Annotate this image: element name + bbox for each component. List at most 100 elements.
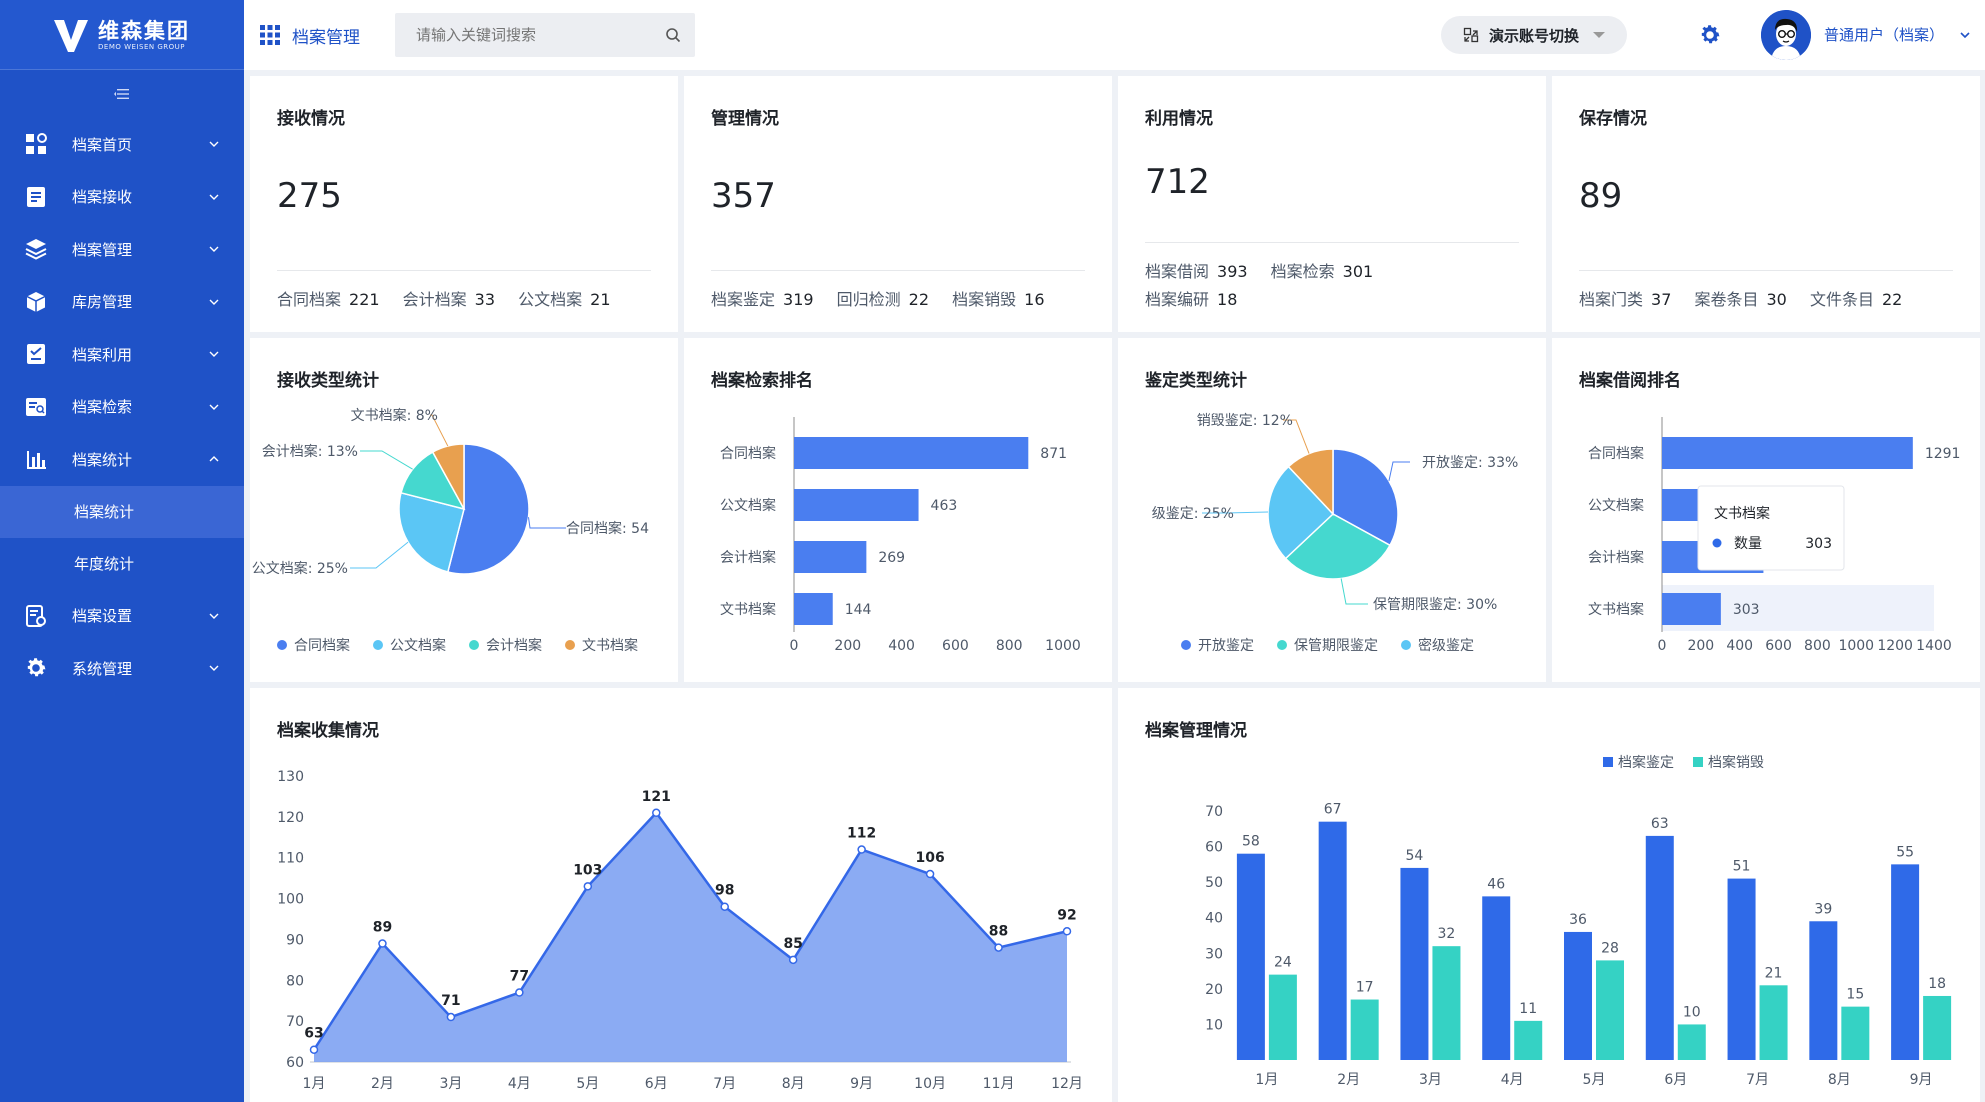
bar-value-label: 58 [1242,834,1260,850]
bar[interactable] [794,489,919,521]
data-point[interactable] [583,882,593,891]
bar[interactable] [1596,960,1624,1060]
sidebar-item[interactable]: 档案接收 [0,171,244,224]
bar-value-label: 63 [1651,816,1669,832]
x-tick-label: 9月 [1910,1072,1933,1088]
data-point[interactable] [1062,927,1072,936]
sidebar-subitem[interactable]: 档案统计 [0,485,244,538]
data-point[interactable] [378,939,387,948]
bar[interactable] [1759,985,1788,1060]
bar[interactable] [1564,931,1592,1060]
sidebar-item[interactable]: 档案设置 [0,590,244,643]
data-point[interactable] [857,845,866,854]
bar[interactable] [1727,878,1756,1060]
brand-logo[interactable]: 维森集团 DEMO WEISEN GROUP [0,0,244,70]
tooltip-title: 文书档案 [1714,505,1770,522]
chart-tooltip: 文书档案数量 303 [1697,485,1845,571]
legend-swatch [1603,757,1613,767]
data-point[interactable] [994,943,1003,952]
data-point[interactable] [652,808,661,818]
y-tick-label: 10 [1205,1017,1223,1033]
bar[interactable] [1923,995,1952,1060]
bar[interactable] [1514,1020,1543,1060]
chart-card-collection: 档案收集情况 60 70 80 90 100 110 120 130 63 1月 89 2月 71 3月 7… [250,688,1112,1102]
sidebar-item[interactable]: 档案检索 [0,381,244,434]
bar[interactable] [794,437,1029,469]
data-point[interactable] [720,902,729,911]
bar[interactable] [1645,835,1674,1060]
bar-value-label: 51 [1733,859,1751,875]
pie-slice-label: 会计档案: 13% [262,443,358,460]
bar[interactable] [1662,593,1721,625]
area-fill [314,812,1067,1062]
summary-card-receive: 接收情况 275 合同档案 221 会计档案 33 公文档案 21 [250,76,678,332]
data-label: 88 [989,924,1008,940]
sidebar-item-label: 档案首页 [72,135,133,154]
bar[interactable] [1318,821,1347,1060]
bar[interactable] [794,541,867,573]
stat-value: 33 [474,290,496,309]
bar[interactable] [1891,864,1920,1060]
x-tick-label: 9月 [850,1076,873,1092]
pie-slice-label: 销毁鉴定: 12% [1197,413,1293,429]
bar[interactable] [1677,1024,1706,1060]
sidebar-item[interactable]: 库房管理 [0,276,244,329]
sidebar-item[interactable]: 系统管理 [0,642,244,695]
x-tick-label: 1000 [1045,638,1081,654]
data-point[interactable] [309,1045,319,1054]
search-input[interactable] [416,26,665,44]
bar[interactable] [1482,896,1511,1060]
bar[interactable] [1432,946,1461,1060]
bar[interactable] [1841,1006,1870,1060]
bar[interactable] [1662,437,1913,469]
sidebar-item[interactable]: 档案首页 [0,118,244,171]
stat-value: 21 [590,290,611,309]
data-point[interactable] [515,988,524,997]
data-point[interactable] [788,955,798,965]
x-tick-label: 6月 [645,1076,668,1092]
summary-value: 357 [711,176,776,216]
search-icon[interactable] [665,27,681,43]
account-switch-button[interactable]: 演示账号切换 [1441,16,1627,54]
bar[interactable] [1809,921,1838,1060]
pie-slice-label: 开放鉴定: 33% [1422,455,1518,471]
x-tick-label: 2月 [1337,1072,1360,1088]
chevron-down-icon[interactable] [1959,29,1971,41]
legend-dot [469,640,479,650]
x-tick-label: 5月 [1583,1072,1606,1088]
pie-leader-line [1388,461,1410,482]
data-point[interactable] [925,869,935,879]
user-avatar[interactable] [1761,10,1811,60]
receive-type-pie-chart: 合同档案: 54 公文档案: 25% 会计档案: 13% 文书档案: 8% 合同档案 公文… [252,407,649,654]
collapse-menu-button[interactable] [0,70,244,118]
x-tick-label: 800 [996,638,1023,654]
bar[interactable] [1236,853,1265,1060]
stat-value: 22 [1881,290,1903,309]
bar[interactable] [794,593,833,625]
y-tick-label: 70 [286,1014,304,1030]
stat-label: 档案检索 [1270,262,1335,281]
bar[interactable] [1350,999,1379,1060]
pie-leader-line [350,541,409,569]
bar[interactable] [1268,974,1297,1060]
summary-value: 712 [1145,162,1210,202]
user-role-label[interactable]: 普通用户（档案） [1824,24,1944,45]
bar-value-label: 55 [1896,844,1914,860]
sidebar-item[interactable]: 档案管理 [0,223,244,276]
bar[interactable] [1400,867,1429,1060]
apps-grid-icon[interactable] [258,23,282,47]
layers-icon [24,237,48,261]
bar-value-label: 463 [931,498,958,514]
sidebar-item[interactable]: 档案利用 [0,328,244,381]
x-tick-label: 3月 [1419,1072,1442,1088]
bar-chart-icon [24,447,48,471]
x-tick-label: 4月 [508,1076,531,1092]
account-switch-label: 演示账号切换 [1489,26,1580,45]
data-point[interactable] [446,1012,456,1022]
pie-slice-label: 合同档案: 54 [566,520,649,537]
legend-label: 公文档案 [390,637,446,654]
sidebar-item[interactable]: 档案统计 [0,433,244,486]
sidebar-subitem[interactable]: 年度统计 [0,538,244,590]
top-header: 档案管理 演示账号切换 普通用户（档案） [244,0,1985,70]
settings-gear-icon[interactable] [1698,23,1722,47]
